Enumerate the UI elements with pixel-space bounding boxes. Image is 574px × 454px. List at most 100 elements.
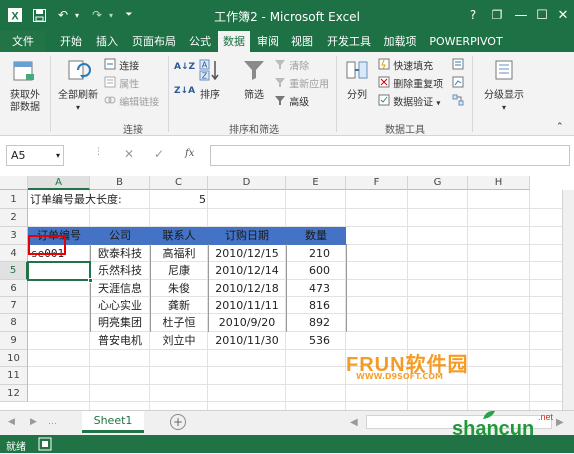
row-header-5[interactable]: 5 bbox=[0, 262, 28, 280]
name-box[interactable]: A5 ▾ bbox=[6, 145, 64, 166]
scroll-left-icon[interactable]: ◀ bbox=[350, 417, 358, 428]
table-cell[interactable]: 龚新 bbox=[150, 297, 208, 314]
row-header-4[interactable]: 4 bbox=[0, 245, 28, 262]
table-cell[interactable]: 816 bbox=[286, 297, 346, 314]
table-cell[interactable]: 心心实业 bbox=[90, 297, 150, 314]
row-header-9[interactable]: 9 bbox=[0, 332, 28, 350]
edit-links-button[interactable]: 编辑链接 bbox=[104, 94, 159, 109]
table-cell[interactable]: 536 bbox=[286, 332, 346, 350]
table-header-cell[interactable]: 订购日期 bbox=[208, 227, 286, 245]
row-header-7[interactable]: 7 bbox=[0, 297, 28, 314]
row-header-6[interactable]: 6 bbox=[0, 280, 28, 297]
clear-button[interactable]: 清除 bbox=[274, 58, 309, 73]
table-cell[interactable]: 乐然科技 bbox=[90, 262, 150, 280]
table-cell[interactable]: 尼康 bbox=[150, 262, 208, 280]
filter-button[interactable]: 筛选 bbox=[238, 58, 270, 102]
tab-developer[interactable]: 开发工具 bbox=[322, 31, 376, 52]
worksheet-grid[interactable]: ABCDEFGH 1 2 3 4 5 6 7 8 9 10 11 12 订单编号最大长度: 5 订单编号公… bbox=[0, 176, 574, 410]
row-header-12[interactable]: 12 bbox=[0, 385, 28, 402]
remove-duplicates-button[interactable]: 删除重复项 bbox=[378, 76, 443, 91]
sort-button[interactable]: AZ 排序 bbox=[196, 58, 224, 102]
table-cell[interactable]: 2010/11/11 bbox=[208, 297, 286, 314]
get-external-data-button[interactable]: 获取外部数据 bbox=[4, 58, 46, 114]
table-cell[interactable]: 2010/11/30 bbox=[208, 332, 286, 350]
tab-data[interactable]: 数据 bbox=[218, 31, 250, 52]
minimize-button[interactable]: — bbox=[510, 4, 532, 26]
cancel-entry-icon[interactable]: ✕ bbox=[124, 147, 134, 161]
enter-icon[interactable]: ✓ bbox=[154, 147, 164, 161]
column-header-h[interactable]: H bbox=[468, 176, 530, 190]
ribbon-display-button[interactable]: ❐ bbox=[486, 4, 508, 26]
column-header-c[interactable]: C bbox=[150, 176, 208, 190]
row-header-8[interactable]: 8 bbox=[0, 314, 28, 332]
column-header-a[interactable]: A bbox=[28, 176, 90, 190]
column-header-d[interactable]: D bbox=[208, 176, 286, 190]
tab-file[interactable]: 文件 bbox=[0, 31, 46, 52]
table-cell[interactable]: se001 bbox=[28, 245, 90, 262]
consolidate-icon[interactable] bbox=[452, 58, 464, 72]
cell-c1-max-length[interactable]: 5 bbox=[150, 190, 208, 209]
tab-page-layout[interactable]: 页面布局 bbox=[126, 31, 182, 52]
table-cell[interactable]: 473 bbox=[286, 280, 346, 297]
table-header-cell[interactable]: 联系人 bbox=[150, 227, 208, 245]
refresh-all-button[interactable]: 全部刷新 ▾ bbox=[56, 58, 100, 114]
table-header-cell[interactable]: 公司 bbox=[90, 227, 150, 245]
table-header-cell[interactable]: 数量 bbox=[286, 227, 346, 245]
what-if-analysis-icon[interactable] bbox=[452, 76, 464, 90]
row-header-1[interactable]: 1 bbox=[0, 190, 28, 209]
new-sheet-icon[interactable]: + bbox=[170, 414, 186, 430]
tab-add-ins[interactable]: 加载项 bbox=[378, 31, 422, 52]
tab-powerpivot[interactable]: POWERPIVOT bbox=[424, 31, 508, 52]
table-cell[interactable]: 210 bbox=[286, 245, 346, 262]
table-cell[interactable]: 892 bbox=[286, 314, 346, 332]
tab-home[interactable]: 开始 bbox=[54, 31, 88, 52]
table-cell[interactable]: 刘立中 bbox=[150, 332, 208, 350]
advanced-filter-button[interactable]: 高级 bbox=[274, 94, 309, 109]
row-header-2[interactable]: 2 bbox=[0, 209, 28, 227]
table-cell[interactable]: 2010/12/18 bbox=[208, 280, 286, 297]
row-header-3[interactable]: 3 bbox=[0, 227, 28, 245]
sort-descending-button[interactable]: Z↓A bbox=[174, 84, 195, 98]
table-cell[interactable]: 2010/12/14 bbox=[208, 262, 286, 280]
text-to-columns-button[interactable]: 分列 bbox=[340, 58, 374, 102]
sheet-tab-sheet1[interactable]: Sheet1 bbox=[82, 411, 144, 433]
sheet-more-icon[interactable]: … bbox=[48, 417, 57, 427]
row-header-10[interactable]: 10 bbox=[0, 350, 28, 367]
table-header-cell[interactable]: 订单编号 bbox=[28, 227, 90, 245]
row-header-11[interactable]: 11 bbox=[0, 367, 28, 385]
column-header-b[interactable]: B bbox=[90, 176, 150, 190]
outline-button[interactable]: 分级显示 ▾ bbox=[478, 58, 530, 114]
table-cell[interactable]: 高福利 bbox=[150, 245, 208, 262]
collapse-ribbon-icon[interactable]: ⌃ bbox=[556, 120, 564, 134]
vertical-scrollbar[interactable] bbox=[562, 190, 574, 410]
table-cell[interactable]: 2010/12/15 bbox=[208, 245, 286, 262]
relationships-icon[interactable] bbox=[452, 94, 464, 108]
table-cell[interactable]: 天涯信息 bbox=[90, 280, 150, 297]
connections-button[interactable]: 连接 bbox=[104, 58, 139, 73]
maximize-button[interactable]: ☐ bbox=[531, 4, 553, 26]
help-button[interactable]: ? bbox=[462, 4, 484, 26]
select-all-corner[interactable] bbox=[0, 176, 28, 190]
data-validation-button[interactable]: 数据验证 ▾ bbox=[378, 94, 440, 109]
prev-sheet-icon[interactable]: ◀ bbox=[8, 417, 15, 427]
table-cell[interactable]: 明亮集团 bbox=[90, 314, 150, 332]
flash-fill-button[interactable]: 快速填充 bbox=[378, 58, 433, 73]
column-header-f[interactable]: F bbox=[346, 176, 408, 190]
table-cell[interactable]: 2010/9/20 bbox=[208, 314, 286, 332]
formula-input[interactable] bbox=[210, 145, 570, 166]
tab-insert[interactable]: 插入 bbox=[90, 31, 124, 52]
table-cell[interactable]: 600 bbox=[286, 262, 346, 280]
sort-ascending-button[interactable]: A↓Z bbox=[174, 60, 195, 74]
close-button[interactable]: ✕ bbox=[552, 4, 574, 26]
table-cell[interactable]: 普安电机 bbox=[90, 332, 150, 350]
insert-function-icon[interactable]: fx bbox=[185, 148, 194, 159]
next-sheet-icon[interactable]: ▶ bbox=[30, 417, 37, 427]
selected-cell-a5[interactable] bbox=[27, 261, 93, 283]
table-cell[interactable]: 欧泰科技 bbox=[90, 245, 150, 262]
reapply-button[interactable]: 重新应用 bbox=[274, 76, 329, 91]
properties-button[interactable]: 属性 bbox=[104, 76, 139, 91]
tab-view[interactable]: 视图 bbox=[286, 31, 318, 52]
table-cell[interactable]: 朱俊 bbox=[150, 280, 208, 297]
table-cell[interactable]: 杜子恒 bbox=[150, 314, 208, 332]
tab-formulas[interactable]: 公式 bbox=[184, 31, 216, 52]
